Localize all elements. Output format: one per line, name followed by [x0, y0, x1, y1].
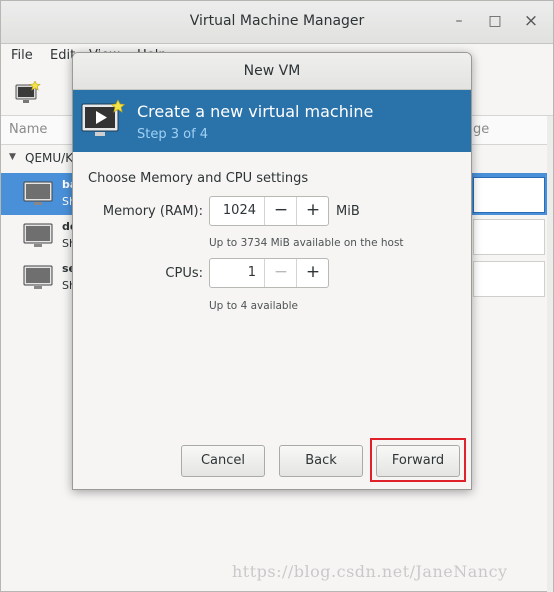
memory-value[interactable]: 1024 [210, 197, 256, 225]
wizard-banner: Create a new virtual machine Step 3 of 4 [73, 90, 471, 152]
cpu-usage-graph [473, 177, 545, 213]
minimize-icon[interactable]: – [449, 11, 469, 31]
annotation-highlight-box [370, 438, 466, 482]
cpus-decrement-button[interactable]: − [264, 259, 297, 287]
column-usage[interactable]: ge [473, 122, 489, 137]
cpu-usage-graph [473, 261, 545, 297]
memory-label: Memory (RAM): [102, 204, 203, 219]
menu-file[interactable]: File [11, 48, 33, 63]
new-vm-dialog: New VM Create a new virtual machine Step… [72, 52, 472, 490]
back-button[interactable]: Back [279, 445, 363, 477]
cpu-usage-graph [473, 219, 545, 255]
cpus-label: CPUs: [165, 266, 203, 281]
section-label: Choose Memory and CPU settings [88, 171, 309, 186]
cpus-increment-button[interactable]: + [296, 259, 329, 287]
monitor-icon [23, 265, 53, 289]
dialog-titlebar: New VM [73, 53, 471, 90]
expander-arrow-icon[interactable]: ▼ [9, 152, 16, 162]
main-titlebar: Virtual Machine Manager – □ × [1, 1, 553, 44]
dialog-title: New VM [243, 63, 301, 79]
memory-spinbox[interactable]: 1024 − + [209, 196, 329, 226]
monitor-icon [23, 223, 53, 247]
memory-hint: Up to 3734 MiB available on the host [209, 237, 404, 249]
cpus-spinbox[interactable]: 1 − + [209, 258, 329, 288]
watermark: https://blog.csdn.net/JaneNancy [232, 562, 508, 581]
cpus-value[interactable]: 1 [210, 259, 256, 287]
banner-title: Create a new virtual machine [137, 102, 374, 121]
main-window-title: Virtual Machine Manager [189, 13, 365, 29]
step-indicator: Step 3 of 4 [137, 127, 209, 142]
close-icon[interactable]: × [521, 11, 541, 31]
memory-increment-button[interactable]: + [296, 197, 329, 225]
new-vm-icon[interactable] [15, 81, 41, 105]
vm-list-scrollbar[interactable] [547, 116, 553, 592]
memory-decrement-button[interactable]: − [264, 197, 297, 225]
monitor-icon [23, 181, 53, 205]
memory-unit: MiB [336, 204, 360, 219]
cpus-hint: Up to 4 available [209, 300, 298, 312]
column-name[interactable]: Name [9, 122, 47, 137]
maximize-icon[interactable]: □ [485, 11, 505, 31]
new-vm-monitor-icon [81, 99, 125, 136]
cancel-button[interactable]: Cancel [181, 445, 265, 477]
